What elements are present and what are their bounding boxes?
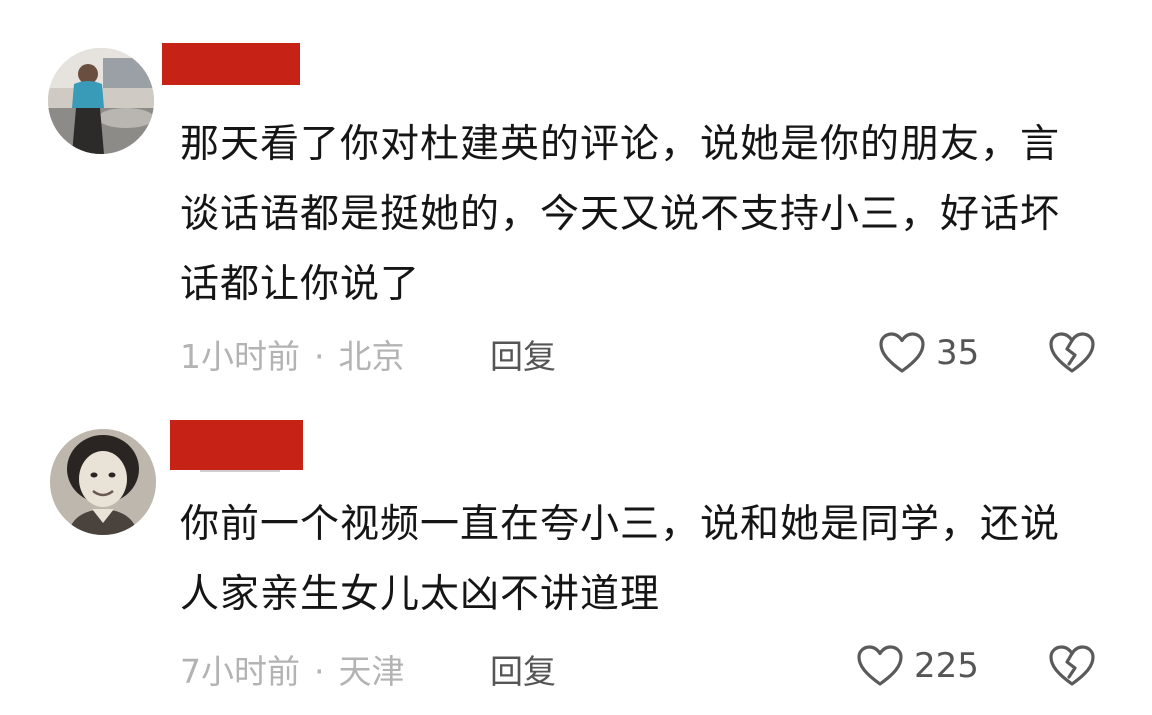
like-button[interactable]: 35 [878, 331, 979, 375]
username-remnant [180, 84, 260, 90]
like-count: 225 [914, 646, 979, 686]
comment-meta: 1小时前 · 北京 [180, 330, 405, 378]
heart-outline-icon [857, 645, 903, 686]
dislike-button[interactable] [1048, 644, 1096, 692]
reply-button[interactable]: 回复 [490, 330, 556, 378]
avatar[interactable] [48, 48, 154, 154]
comment-text: 你前一个视频一直在夸小三，说和她是同学，还说人家亲生女儿太凶不讲道理 [180, 502, 1061, 617]
like-count: 35 [936, 333, 980, 373]
avatar-image [50, 429, 156, 535]
comment-text: 那天看了你对杜建英的评论，说她是你的朋友，言谈话语都是挺她的，今天又说不支持小三… [180, 122, 1061, 307]
comment-list: 那天看了你对杜建英的评论，说她是你的朋友，言谈话语都是挺她的，今天又说不支持小三… [0, 0, 1152, 715]
username-redaction [162, 43, 300, 85]
comment-time: 1小时前 [180, 337, 300, 376]
broken-heart-icon [1049, 645, 1095, 686]
comment-location: 天津 [338, 652, 405, 691]
dislike-button[interactable] [1048, 331, 1096, 379]
like-button[interactable]: 225 [856, 644, 979, 688]
heart-outline-icon [879, 332, 925, 373]
avatar-image [48, 48, 154, 154]
meta-separator: · [314, 652, 325, 691]
username-redaction [170, 420, 303, 470]
meta-separator: · [314, 337, 325, 376]
comment-time: 7小时前 [180, 652, 300, 691]
comment-location: 北京 [338, 337, 405, 376]
avatar[interactable] [50, 429, 156, 535]
comment-item: 那天看了你对杜建英的评论，说她是你的朋友，言谈话语都是挺她的，今天又说不支持小三… [0, 0, 1152, 400]
comment-meta: 7小时前 · 天津 [180, 645, 405, 693]
broken-heart-icon [1049, 332, 1095, 373]
reply-button[interactable]: 回复 [490, 645, 556, 693]
username-remnant [200, 470, 280, 476]
comment-item: 你前一个视频一直在夸小三，说和她是同学，还说人家亲生女儿太凶不讲道理 7小时前 ·… [0, 400, 1152, 715]
